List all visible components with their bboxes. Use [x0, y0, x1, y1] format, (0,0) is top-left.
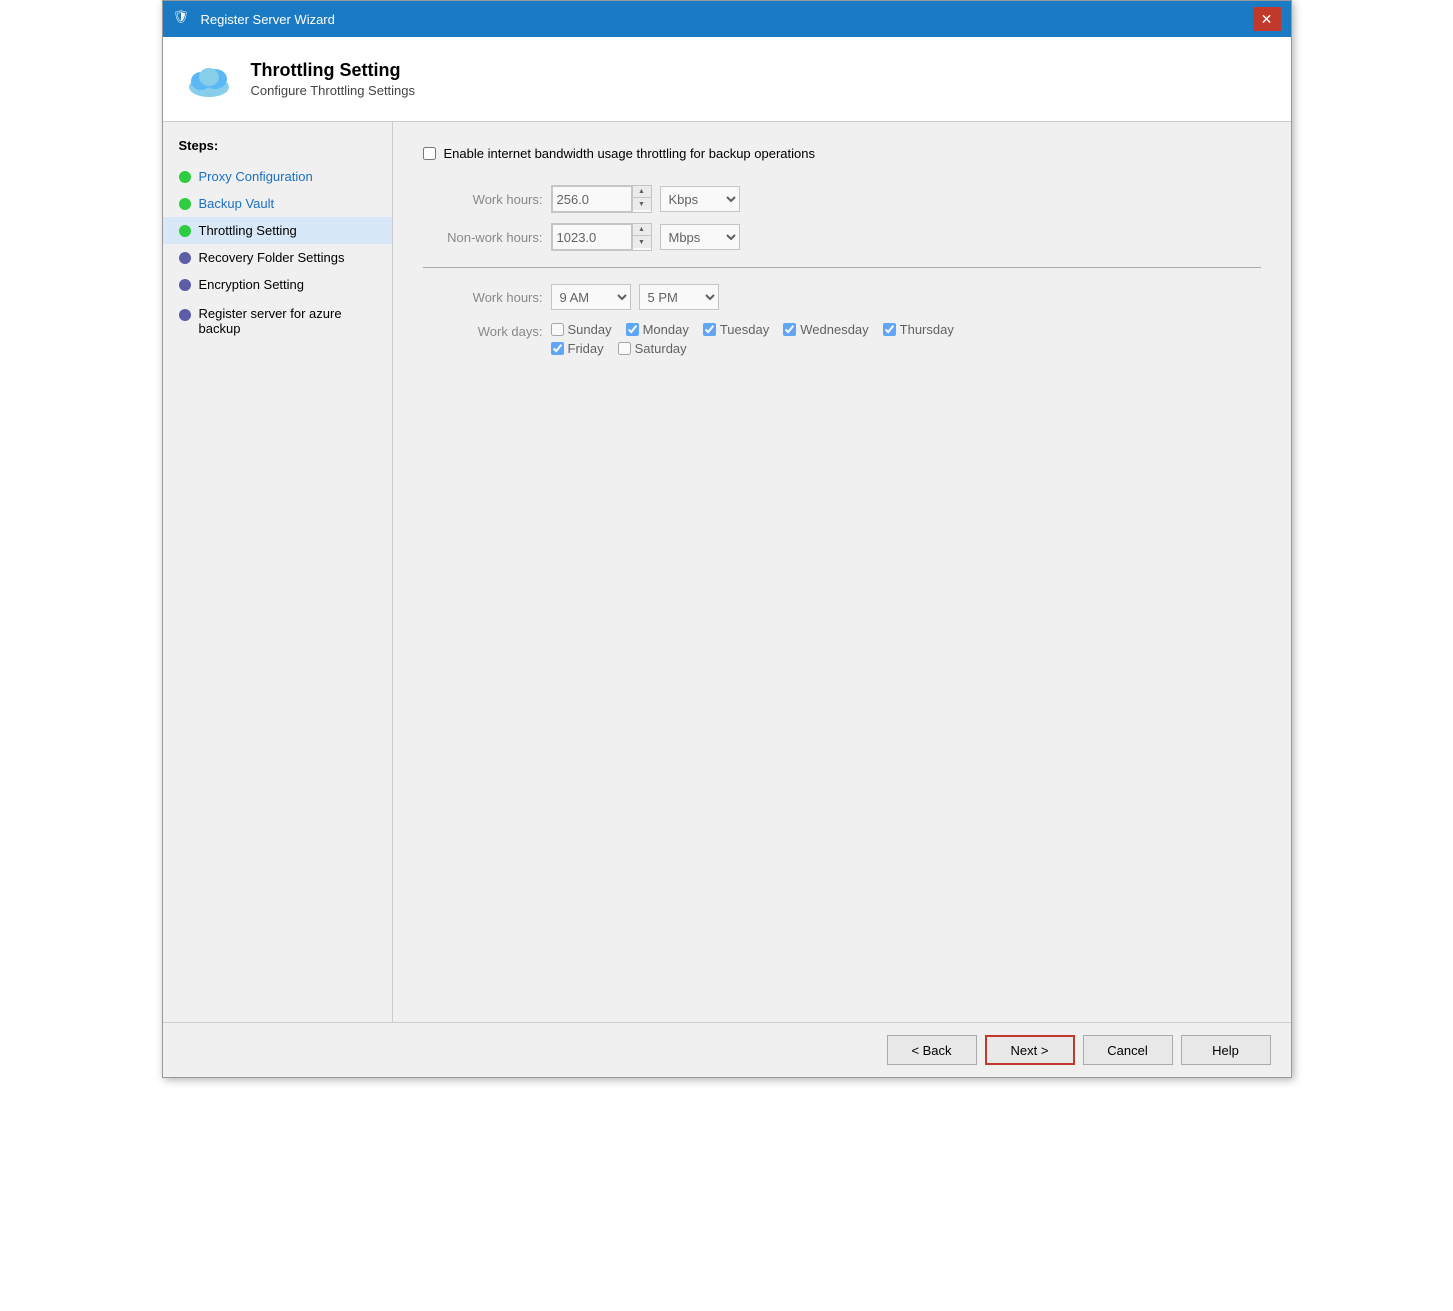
wizard-footer: < Back Next > Cancel Help — [163, 1022, 1291, 1077]
work-hours-rate-row: Work hours: 256.0 ▲ ▼ Kbps Mbps Gbps — [423, 185, 1261, 213]
non-work-hours-rate-up[interactable]: ▲ — [633, 224, 651, 236]
wednesday-label: Wednesday — [800, 322, 868, 337]
step-dot-register — [179, 309, 191, 321]
sidebar-item-label: Recovery Folder Settings — [199, 250, 345, 265]
day-sunday: Sunday — [551, 322, 612, 337]
step-dot-backup — [179, 198, 191, 210]
sidebar-item-label: Throttling Setting — [199, 223, 297, 238]
days-row-2: Friday Saturday — [551, 341, 954, 356]
wednesday-checkbox[interactable] — [783, 323, 796, 336]
work-days-row: Work days: Sunday Monday Tue — [423, 322, 1261, 356]
cancel-button[interactable]: Cancel — [1083, 1035, 1173, 1065]
thursday-label: Thursday — [900, 322, 954, 337]
cloud-icon — [183, 53, 235, 105]
sidebar-item-encryption[interactable]: Encryption Setting — [163, 271, 392, 298]
enable-throttling-checkbox[interactable] — [423, 147, 436, 160]
tuesday-label: Tuesday — [720, 322, 769, 337]
close-button[interactable]: ✕ — [1253, 7, 1281, 31]
non-work-hours-rate-unit[interactable]: Kbps Mbps Gbps — [660, 224, 740, 250]
tuesday-checkbox[interactable] — [703, 323, 716, 336]
friday-label: Friday — [568, 341, 604, 356]
non-work-hours-rate-input[interactable]: 1023.0 — [552, 224, 632, 250]
work-hours-rate-input[interactable]: 256.0 — [552, 186, 632, 212]
work-hours-start-select[interactable]: 6 AM 7 AM 8 AM 9 AM 10 AM — [551, 284, 631, 310]
title-bar: 🛡 Register Server Wizard ✕ — [163, 1, 1291, 37]
back-button[interactable]: < Back — [887, 1035, 977, 1065]
non-work-hours-rate-label: Non-work hours: — [423, 230, 543, 245]
sidebar-item-proxy-config[interactable]: Proxy Configuration — [163, 163, 392, 190]
day-tuesday: Tuesday — [703, 322, 769, 337]
content-area: Enable internet bandwidth usage throttli… — [393, 122, 1291, 1022]
enable-throttling-row: Enable internet bandwidth usage throttli… — [423, 146, 1261, 161]
day-wednesday: Wednesday — [783, 322, 868, 337]
work-hours-rate-input-group: 256.0 ▲ ▼ — [551, 185, 652, 213]
saturday-label: Saturday — [635, 341, 687, 356]
sidebar-item-throttling[interactable]: Throttling Setting — [163, 217, 392, 244]
non-work-hours-rate-down[interactable]: ▼ — [633, 236, 651, 248]
friday-checkbox[interactable] — [551, 342, 564, 355]
thursday-checkbox[interactable] — [883, 323, 896, 336]
monday-label: Monday — [643, 322, 689, 337]
step-dot-recovery — [179, 252, 191, 264]
sidebar: Steps: Proxy Configuration Backup Vault … — [163, 122, 393, 1022]
wizard-subtitle: Configure Throttling Settings — [251, 83, 416, 98]
work-hours-rate-label: Work hours: — [423, 192, 543, 207]
sidebar-steps-label: Steps: — [163, 138, 392, 163]
work-days-label: Work days: — [423, 322, 543, 339]
step-dot-throttling — [179, 225, 191, 237]
day-saturday: Saturday — [618, 341, 687, 356]
sunday-checkbox[interactable] — [551, 323, 564, 336]
next-button[interactable]: Next > — [985, 1035, 1075, 1065]
days-row-1: Sunday Monday Tuesday Wednesday — [551, 322, 954, 337]
wizard-header-text: Throttling Setting Configure Throttling … — [251, 60, 416, 98]
saturday-checkbox[interactable] — [618, 342, 631, 355]
days-grid: Sunday Monday Tuesday Wednesday — [551, 322, 954, 356]
sidebar-item-label: Register server for azure backup — [199, 306, 376, 336]
work-hours-rate-unit[interactable]: Kbps Mbps Gbps — [660, 186, 740, 212]
wizard-title: Throttling Setting — [251, 60, 416, 81]
work-hours-time-label: Work hours: — [423, 290, 543, 305]
day-monday: Monday — [626, 322, 689, 337]
sidebar-item-label: Backup Vault — [199, 196, 275, 211]
work-hours-rate-down[interactable]: ▼ — [633, 198, 651, 210]
title-bar-title: Register Server Wizard — [201, 12, 335, 27]
divider — [423, 267, 1261, 268]
work-hours-rate-up[interactable]: ▲ — [633, 186, 651, 198]
non-work-hours-rate-input-group: 1023.0 ▲ ▼ — [551, 223, 652, 251]
monday-checkbox[interactable] — [626, 323, 639, 336]
enable-throttling-label: Enable internet bandwidth usage throttli… — [444, 146, 815, 161]
day-friday: Friday — [551, 341, 604, 356]
step-dot-proxy — [179, 171, 191, 183]
help-button[interactable]: Help — [1181, 1035, 1271, 1065]
sidebar-item-register[interactable]: Register server for azure backup — [163, 298, 392, 342]
sidebar-item-label: Encryption Setting — [199, 277, 305, 292]
work-hours-end-select[interactable]: 3 PM 4 PM 5 PM 6 PM — [639, 284, 719, 310]
sunday-label: Sunday — [568, 322, 612, 337]
non-work-hours-rate-row: Non-work hours: 1023.0 ▲ ▼ Kbps Mbps Gbp… — [423, 223, 1261, 251]
sidebar-item-label: Proxy Configuration — [199, 169, 313, 184]
sidebar-item-backup-vault[interactable]: Backup Vault — [163, 190, 392, 217]
step-dot-encryption — [179, 279, 191, 291]
app-icon: 🛡 — [173, 9, 193, 29]
work-hours-time-row: Work hours: 6 AM 7 AM 8 AM 9 AM 10 AM 3 … — [423, 284, 1261, 310]
day-thursday: Thursday — [883, 322, 954, 337]
wizard-header: Throttling Setting Configure Throttling … — [163, 37, 1291, 122]
sidebar-item-recovery[interactable]: Recovery Folder Settings — [163, 244, 392, 271]
